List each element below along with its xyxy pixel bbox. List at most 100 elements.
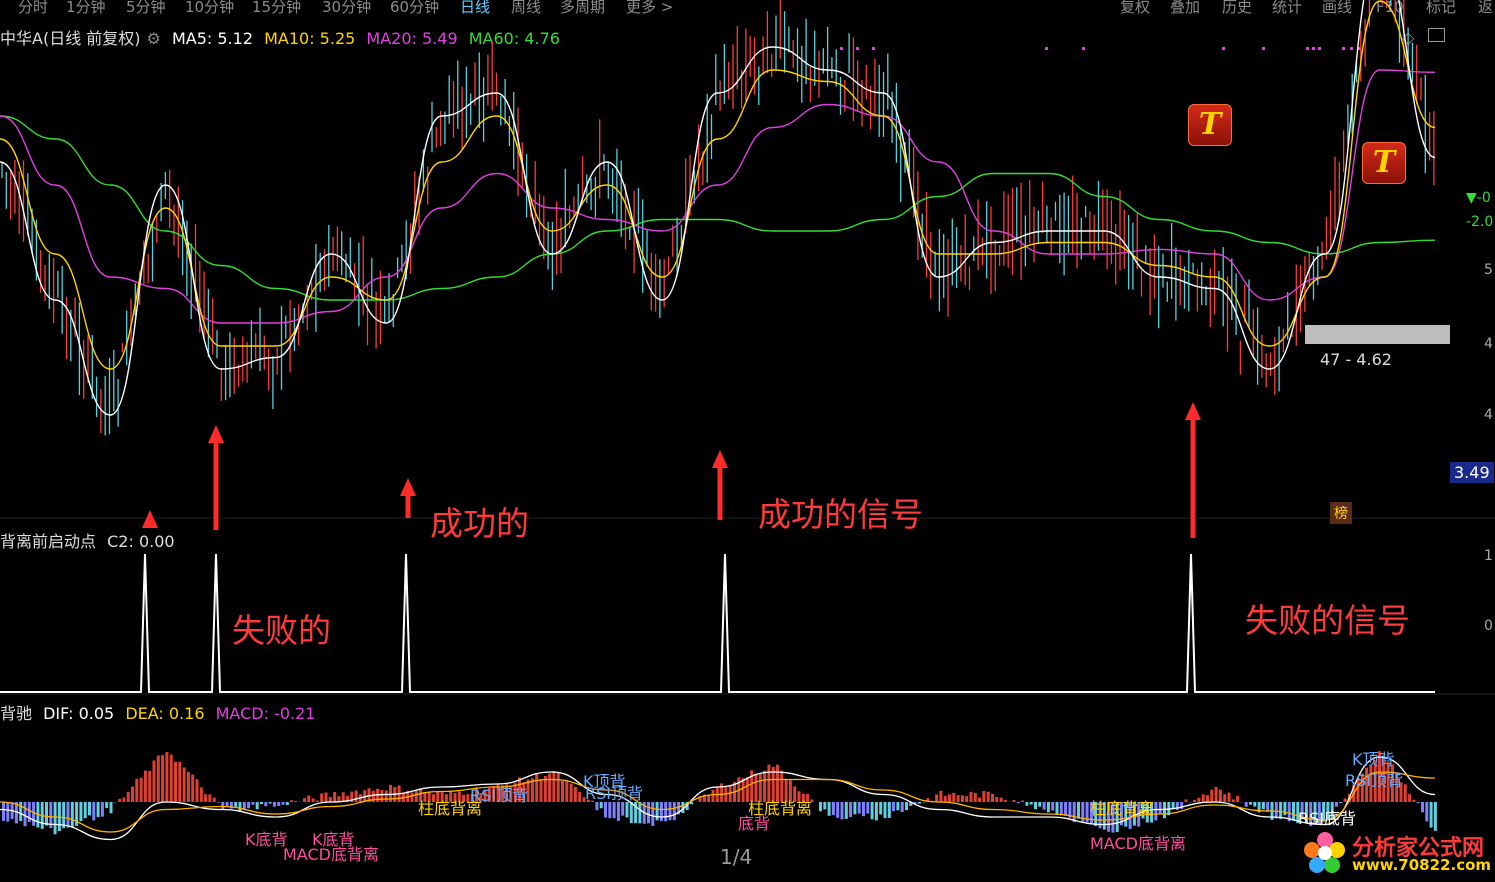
macd-bar (290, 800, 294, 802)
macd-bar (1034, 802, 1037, 810)
divergence-marker-6: RSI顶背 (585, 784, 643, 803)
macd-bar (552, 771, 556, 802)
event-dot (872, 47, 875, 50)
macd-bar (354, 790, 358, 802)
macd-label: MACD: -0.21 (215, 704, 316, 723)
macd-bar (333, 792, 337, 802)
macd-bar (1416, 802, 1420, 804)
macd-bar (23, 802, 27, 827)
macd-bar (862, 802, 865, 817)
t-signal-icon[interactable]: T (1362, 142, 1406, 184)
macd-bar (823, 802, 827, 810)
macd-bar (1012, 800, 1016, 802)
macd-bar (1339, 802, 1343, 804)
signal-arrow-head (142, 510, 158, 528)
signal-value: C2: 0.00 (107, 532, 175, 551)
macd-bar (995, 796, 999, 802)
page-indicator: 1/4 (720, 845, 753, 869)
macd-bar (887, 802, 891, 818)
macd-bar (148, 770, 152, 802)
macd-bar (272, 802, 276, 807)
price-band (1305, 325, 1450, 344)
macd-bar (935, 794, 939, 802)
macd-bar (139, 777, 143, 802)
macd-bar (561, 780, 564, 802)
macd-bar (32, 802, 36, 826)
event-dot (1222, 47, 1225, 50)
macd-bar (1180, 802, 1184, 809)
macd-bar (199, 787, 203, 802)
macd-bar (174, 761, 177, 802)
macd-bar (1046, 802, 1050, 813)
price-range-label: 47 - 4.62 (1320, 350, 1392, 369)
site-logo: 分析家公式网 www.70822.com (1300, 828, 1495, 878)
macd-bar (1175, 802, 1179, 810)
macd-bar (1038, 802, 1042, 807)
divergence-marker-10: MACD底背离 (1090, 834, 1186, 853)
annotation-success-signal: 成功的信号 (758, 495, 923, 534)
event-dot (840, 47, 843, 50)
macd-bar (973, 793, 977, 802)
macd-bar (1016, 802, 1020, 804)
macd-bar (303, 798, 306, 802)
list-badge[interactable]: 榜 (1330, 502, 1352, 524)
signal-arrow-head (712, 450, 728, 468)
macd-bar (866, 802, 870, 814)
macd-bar (1055, 802, 1059, 815)
macd-bar (1029, 802, 1033, 805)
macd-bar (960, 795, 964, 802)
macd-bar (1051, 802, 1055, 811)
macd-bar (178, 761, 182, 802)
macd-bar (625, 802, 629, 818)
chart-canvas[interactable] (0, 0, 1495, 882)
macd-bar (186, 771, 190, 802)
signal-arrow-head (208, 425, 224, 443)
macd-bar (900, 802, 904, 813)
macd-bar (1218, 789, 1222, 802)
annotation-failed: 失败的 (232, 611, 331, 650)
macd-bar (539, 778, 543, 802)
event-dot (1082, 47, 1085, 50)
macd-bar (118, 798, 122, 802)
macd-bar (135, 778, 139, 802)
macd-bar (328, 796, 332, 802)
macd-bar (1403, 784, 1407, 802)
macd-bar (1163, 802, 1166, 819)
macd-bar (311, 798, 315, 802)
macd-bar (251, 802, 255, 805)
event-dot (1318, 47, 1321, 50)
macd-bar (45, 802, 48, 826)
macd-bar (1425, 802, 1429, 822)
divergence-marker-11: RSI底背 (1298, 809, 1356, 828)
macd-bar (638, 802, 642, 824)
macd-bar (857, 802, 861, 814)
macd-bar (208, 794, 212, 802)
macd-bar (62, 802, 66, 829)
macd-bar (883, 802, 887, 819)
macd-bar (156, 755, 160, 802)
event-dot (1350, 47, 1353, 50)
macd-bar (165, 751, 169, 802)
macd-bar (831, 802, 835, 816)
macd-bar (126, 791, 130, 802)
macd-bar (621, 802, 625, 816)
macd-bar (948, 794, 951, 802)
dif-label: DIF: 0.05 (43, 704, 115, 723)
macd-bar (616, 802, 620, 821)
macd-bar (1193, 799, 1197, 802)
event-dot (1306, 47, 1309, 50)
macd-bar (238, 802, 242, 812)
macd-bar (1158, 802, 1162, 814)
macd-bar (83, 802, 87, 819)
signal-indicator-name[interactable]: 背离前启动点 (0, 532, 96, 551)
t-signal-icon[interactable]: T (1188, 104, 1232, 146)
macd-bar (1244, 802, 1248, 807)
macd-bar (79, 802, 83, 822)
macd-bar (380, 790, 384, 802)
macd-bar (728, 786, 732, 802)
macd-bar (1154, 802, 1158, 821)
macd-indicator-name[interactable]: 背驰 (0, 704, 32, 723)
macd-bar (1408, 794, 1412, 802)
macd-bar (548, 773, 552, 802)
macd-bar (234, 802, 238, 807)
